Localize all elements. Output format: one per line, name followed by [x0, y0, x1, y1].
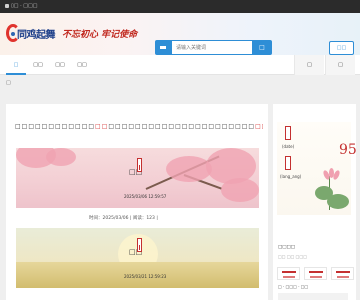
search-input[interactable] — [172, 40, 252, 55]
blossom-shape — [221, 178, 259, 202]
blossom-shape — [46, 148, 76, 166]
main-nav: □ □□ □□ □□ □ □ — [0, 55, 360, 75]
home-icon[interactable] — [5, 3, 9, 8]
big-date: 95 — [339, 142, 357, 158]
login-button[interactable]: □□ — [329, 41, 354, 55]
stat-card[interactable] — [304, 267, 327, 280]
title-highlight: □□ — [95, 123, 109, 130]
nav-item-4[interactable]: □□ — [72, 55, 92, 75]
site-logo[interactable]: 同鸡起舞 — [6, 23, 56, 45]
stat-bar — [282, 271, 296, 273]
nav-item-home[interactable]: □ — [6, 55, 26, 75]
top-bar-text[interactable]: ▯□ · □□□ — [11, 3, 37, 9]
banner-seal-icon — [137, 158, 142, 172]
search-category-icon[interactable] — [155, 40, 172, 55]
sidebar-title: □□□□ — [278, 245, 296, 250]
sidebar-tags[interactable]: □ · □□□ · □□ — [278, 284, 308, 289]
breadcrumb[interactable]: □ — [6, 80, 11, 86]
title-part: □□□□□□□□□□□□ — [15, 123, 96, 130]
logo-text: 同鸡起舞 — [17, 30, 56, 41]
sidebar-placeholder — [278, 293, 348, 300]
banner-date: 2025/03/21 12:59:23 — [124, 274, 167, 279]
title-highlight: □□ — [255, 123, 263, 130]
calendar-card: (date) (lang_ang) 95 — [277, 122, 357, 215]
article-title: □□□□□□□□□□□□□□□□□□□□□□□□□□□□□□□□□□□□□□□ — [15, 123, 263, 135]
banner-date: 2025/03/06 12:59:57 — [124, 194, 167, 199]
stat-bar — [283, 276, 295, 278]
article-banner-2[interactable]: □□ 2025/03/21 12:59:23 — [16, 228, 259, 288]
search-bar: □ — [155, 40, 272, 55]
article-banner-1[interactable]: □□ 2025/03/06 12:59:57 — [16, 148, 259, 208]
search-button[interactable]: □ — [252, 40, 272, 55]
seal-icon — [285, 156, 291, 170]
blossom-shape — [166, 156, 212, 182]
article-panel: □□□□□□□□□□□□□□□□□□□□□□□□□□□□□□□□□□□□□ □□ … — [6, 104, 268, 300]
card-label-2: (lang_ang) — [280, 174, 302, 179]
stat-bar — [336, 271, 350, 273]
stat-bar — [309, 271, 323, 273]
stat-bar — [337, 276, 349, 278]
banner-seal-icon — [137, 238, 142, 252]
lotus-leaf — [327, 194, 349, 209]
stat-card[interactable] — [331, 267, 354, 280]
nav-item-2[interactable]: □□ — [28, 55, 48, 75]
sidebar: (date) (lang_ang) 95 □□□□ □□ □□ □□□ □ · … — [273, 104, 357, 300]
slogan: 不忘初心 牢记使命 — [62, 30, 138, 40]
card-label-1: (date) — [282, 144, 295, 149]
site-header: 同鸡起舞 不忘初心 牢记使命 □ □□ — [0, 13, 360, 55]
article-meta: 时间：2025/03/06 | 阅读：123 | — [89, 216, 158, 221]
stat-bar — [310, 276, 322, 278]
sidebar-subtitle: □□ □□ □□□ — [278, 254, 307, 259]
nav-right-item-1[interactable]: □ — [294, 55, 324, 75]
seal-icon — [285, 126, 291, 140]
stat-card[interactable] — [277, 267, 300, 280]
nav-item-3[interactable]: □□ — [50, 55, 70, 75]
title-part: □□□□□□□□□□□□□□□□□□□□□□ — [108, 123, 256, 130]
top-bar: ▯□ · □□□ — [0, 0, 360, 13]
nav-right-item-2[interactable]: □ — [325, 55, 355, 75]
